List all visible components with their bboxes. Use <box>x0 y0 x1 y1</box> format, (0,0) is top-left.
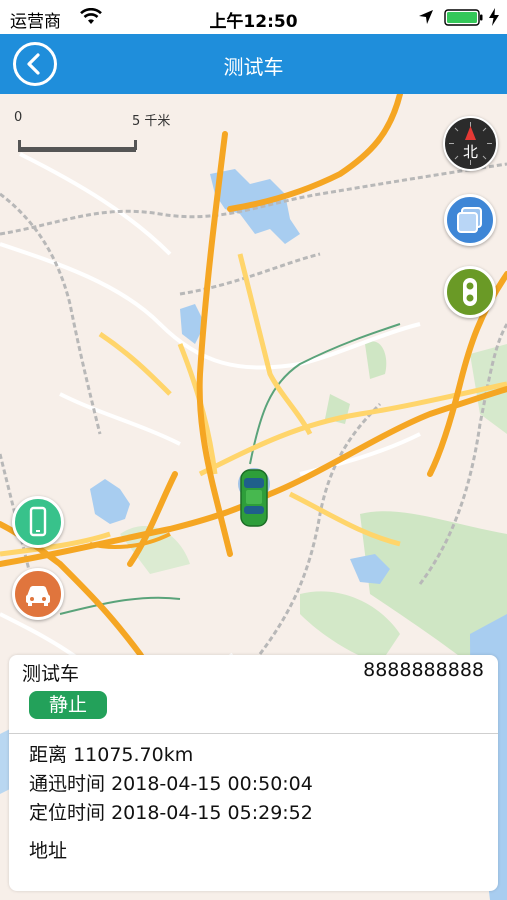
vehicle-phone: 8888888888 <box>363 659 484 681</box>
map-layers-button[interactable] <box>444 194 496 246</box>
vehicle-name: 测试车 <box>22 663 80 685</box>
loc-time-row: 定位时间 2018-04-15 05:29:52 <box>29 798 313 825</box>
comm-time-value: 2018-04-15 00:50:04 <box>111 773 313 795</box>
distance-value: 11075.70km <box>73 744 194 766</box>
map-view[interactable]: 0 5 千米 北 测试车 8888888888 静止 距离 11075.70km… <box>0 94 507 900</box>
loc-time-value: 2018-04-15 05:29:52 <box>111 802 313 824</box>
phone-locate-button[interactable] <box>12 496 64 548</box>
address-label: 地址 <box>29 840 68 862</box>
comm-time-label: 通迅时间 <box>29 773 106 795</box>
scale-start-label: 0 <box>14 110 23 125</box>
vehicle-info-card: 测试车 8888888888 静止 距离 11075.70km 通迅时间 201… <box>9 655 498 891</box>
traffic-toggle-button[interactable] <box>444 266 496 318</box>
compass-north-label: 北 <box>462 143 478 161</box>
compass-button[interactable]: 北 <box>443 116 498 171</box>
map-layers-icon <box>457 207 482 233</box>
map-scale: 0 5 千米 <box>14 110 174 152</box>
car-locate-button[interactable] <box>12 568 64 620</box>
card-divider <box>9 733 498 734</box>
traffic-light-icon <box>463 278 477 306</box>
loc-time-label: 定位时间 <box>29 802 106 824</box>
status-bar: 运营商 上午12:50 <box>0 0 507 34</box>
page-title: 测试车 <box>223 55 284 79</box>
car-locate-icon <box>26 586 50 606</box>
status-badge: 静止 <box>29 691 107 719</box>
address-row: 地址 <box>29 836 67 863</box>
scale-bar <box>18 147 136 152</box>
location-arrow-icon <box>419 10 433 24</box>
distance-row: 距离 11075.70km <box>29 740 193 767</box>
scale-end-label: 5 千米 <box>132 114 171 129</box>
battery-icon <box>444 9 483 26</box>
charging-bolt-icon <box>489 8 499 26</box>
vehicle-marker-icon[interactable] <box>232 464 278 528</box>
comm-time-row: 通迅时间 2018-04-15 00:50:04 <box>29 769 313 796</box>
phone-locate-icon <box>29 506 47 537</box>
scale-tick-left <box>18 140 21 150</box>
distance-label: 距离 <box>29 744 68 766</box>
navigation-bar: 测试车 <box>0 34 507 94</box>
scale-tick-right <box>134 140 137 150</box>
